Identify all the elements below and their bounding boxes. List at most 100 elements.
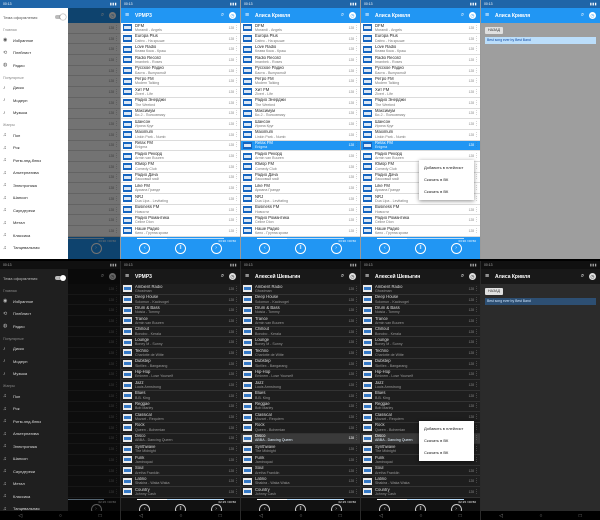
- station-row[interactable]: Hip-HopEminem - Lose Yourself128⋮: [241, 370, 360, 381]
- search-icon[interactable]: ⌕: [218, 12, 227, 19]
- back-icon[interactable]: ◁: [259, 513, 263, 519]
- more-vert-icon[interactable]: ⋮: [474, 382, 479, 388]
- menu-icon[interactable]: ≡: [365, 273, 375, 280]
- more-vert-icon[interactable]: ⋮: [354, 393, 359, 399]
- more-vert-icon[interactable]: ⋮: [234, 207, 239, 213]
- station-row[interactable]: CountryJohnny Cash128⋮: [241, 487, 360, 498]
- station-row[interactable]: LatinoShakira - Waka Waka128⋮: [241, 476, 360, 488]
- station-row[interactable]: ClassicalMozart - Requiem128⋮: [241, 412, 360, 423]
- more-vert-icon[interactable]: ⋮: [474, 110, 479, 116]
- more-vert-icon[interactable]: ⋮: [234, 435, 239, 441]
- more-vert-icon[interactable]: ⋮: [354, 446, 359, 452]
- station-row[interactable]: Наше РадиоКино - Группа крови128⋮: [361, 226, 480, 237]
- search-icon[interactable]: ⌕: [218, 273, 227, 280]
- drawer-item[interactable]: ♫ Рок: [0, 142, 68, 155]
- station-row[interactable]: Europa PlusDabro - На крыше128⋮: [241, 34, 360, 45]
- more-vert-icon[interactable]: ⋮: [234, 132, 239, 138]
- timer-icon[interactable]: ◷: [469, 273, 476, 280]
- station-row[interactable]: Hip-HopEminem - Lose Yourself128⋮: [121, 370, 240, 381]
- search-icon[interactable]: ⌕: [458, 12, 467, 19]
- station-row[interactable]: LoungeBoney M - Sunny128⋮: [361, 337, 480, 349]
- more-vert-icon[interactable]: ⋮: [474, 446, 479, 452]
- more-vert-icon[interactable]: ⋮: [234, 100, 239, 106]
- more-vert-icon[interactable]: ⋮: [234, 489, 239, 495]
- more-vert-icon[interactable]: ⋮: [354, 478, 359, 484]
- station-row[interactable]: Deep HouseSolomun - Kackvogel128⋮: [241, 295, 360, 306]
- drawer-item[interactable]: ♫ Электроника: [0, 440, 68, 453]
- station-row[interactable]: Радио РомантикаCeline Dion128⋮: [121, 215, 240, 227]
- more-vert-icon[interactable]: ⋮: [354, 207, 359, 213]
- more-vert-icon[interactable]: ⋮: [474, 68, 479, 74]
- back-icon[interactable]: ◁: [139, 513, 143, 519]
- station-row[interactable]: Хит FMZivert - Life128⋮: [361, 87, 480, 98]
- more-vert-icon[interactable]: ⋮: [354, 46, 359, 52]
- station-row[interactable]: ReggaeBob Marley128⋮: [121, 402, 240, 413]
- station-row[interactable]: Ретро FMModern Talking128⋮: [121, 76, 240, 88]
- drawer-item[interactable]: ♫ Саундтреки: [0, 204, 68, 217]
- more-vert-icon[interactable]: ⋮: [234, 414, 239, 420]
- more-vert-icon[interactable]: ⋮: [354, 228, 359, 234]
- menu-icon[interactable]: ≡: [245, 273, 255, 280]
- more-vert-icon[interactable]: ⋮: [474, 185, 479, 191]
- station-row[interactable]: МаксимумБи-2 - Полковнику128⋮: [121, 109, 240, 120]
- search-icon[interactable]: ⌕: [578, 273, 587, 280]
- more-vert-icon[interactable]: ⋮: [474, 174, 479, 180]
- station-row[interactable]: Хит FMZivert - Life128⋮: [121, 87, 240, 98]
- more-vert-icon[interactable]: ⋮: [234, 297, 239, 303]
- home-icon[interactable]: ○: [539, 513, 542, 519]
- station-row[interactable]: Ambient RadioGhostman128⋮: [241, 284, 360, 295]
- drawer-item[interactable]: ♫ Шансон: [0, 453, 68, 466]
- station-row[interactable]: DFMMorandi - Angels128⋮: [361, 23, 480, 34]
- station-row[interactable]: Relax FMEnigma128⋮: [361, 140, 480, 152]
- station-row[interactable]: JazzLouis Armstrong128⋮: [121, 380, 240, 391]
- more-vert-icon[interactable]: ⋮: [354, 489, 359, 495]
- more-vert-icon[interactable]: ⋮: [234, 339, 239, 345]
- more-vert-icon[interactable]: ⋮: [354, 339, 359, 345]
- drawer-item[interactable]: ◍ Радио: [0, 320, 68, 333]
- station-row[interactable]: Europa PlusDabro - На крыше128⋮: [121, 34, 240, 45]
- station-row[interactable]: JazzLouis Armstrong128⋮: [241, 380, 360, 391]
- timer-icon[interactable]: ◷: [349, 273, 356, 280]
- more-vert-icon[interactable]: ⋮: [234, 228, 239, 234]
- more-vert-icon[interactable]: ⋮: [234, 36, 239, 42]
- progress-bar[interactable]: [137, 238, 224, 239]
- station-row[interactable]: Ретро FMModern Talking128⋮: [361, 76, 480, 88]
- more-vert-icon[interactable]: ⋮: [234, 185, 239, 191]
- more-vert-icon[interactable]: ⋮: [474, 228, 479, 234]
- drawer-item[interactable]: ♫ Метал: [0, 217, 68, 230]
- menu-icon[interactable]: ≡: [245, 12, 255, 19]
- drawer-item[interactable]: ♫ Танцевальная: [0, 242, 68, 255]
- station-row[interactable]: Радио ДачаЛасковый май128⋮: [241, 173, 360, 184]
- more-vert-icon[interactable]: ⋮: [234, 46, 239, 52]
- more-vert-icon[interactable]: ⋮: [234, 164, 239, 170]
- more-vert-icon[interactable]: ⋮: [234, 403, 239, 409]
- station-row[interactable]: Drum & BassNoisia - Tommy128⋮: [361, 305, 480, 317]
- more-vert-icon[interactable]: ⋮: [474, 132, 479, 138]
- more-vert-icon[interactable]: ⋮: [474, 89, 479, 95]
- station-row[interactable]: Love RadioКлава Кока - Краш128⋮: [361, 44, 480, 56]
- more-vert-icon[interactable]: ⋮: [354, 403, 359, 409]
- station-row[interactable]: Русское РадиоБаста - Выпускной128⋮: [241, 66, 360, 77]
- station-row[interactable]: Business FMНовости128⋮: [361, 205, 480, 216]
- more-vert-icon[interactable]: ⋮: [354, 185, 359, 191]
- drawer-item[interactable]: ⟲ Плейлист: [0, 308, 68, 321]
- more-vert-icon[interactable]: ⋮: [474, 468, 479, 474]
- more-vert-icon[interactable]: ⋮: [354, 297, 359, 303]
- station-row[interactable]: ReggaeBob Marley128⋮: [361, 402, 480, 413]
- back-icon[interactable]: ◁: [499, 513, 503, 519]
- play-pause-icon[interactable]: ‖: [294, 242, 306, 254]
- station-list[interactable]: Ambient RadioGhostman128⋮Deep HouseSolom…: [121, 284, 240, 498]
- back-icon[interactable]: ◁: [18, 513, 22, 519]
- station-row[interactable]: DubstepSkrillex - Bangarang128⋮: [361, 359, 480, 370]
- more-vert-icon[interactable]: ⋮: [474, 425, 479, 431]
- drawer-scrim[interactable]: [68, 269, 120, 520]
- timer-icon[interactable]: ◷: [229, 273, 236, 280]
- timer-icon[interactable]: ◷: [349, 12, 356, 19]
- station-row[interactable]: NRJDua Lipa - Levitating128⋮: [121, 194, 240, 205]
- station-row[interactable]: BluesB.B. King128⋮: [361, 391, 480, 402]
- back-chip-button[interactable]: НАЗАД: [485, 288, 504, 295]
- station-row[interactable]: TranceArmin van Buuren128⋮: [241, 316, 360, 327]
- station-row[interactable]: ReggaeBob Marley128⋮: [241, 402, 360, 413]
- station-row[interactable]: CountryJohnny Cash128⋮: [121, 487, 240, 498]
- more-vert-icon[interactable]: ⋮: [354, 217, 359, 223]
